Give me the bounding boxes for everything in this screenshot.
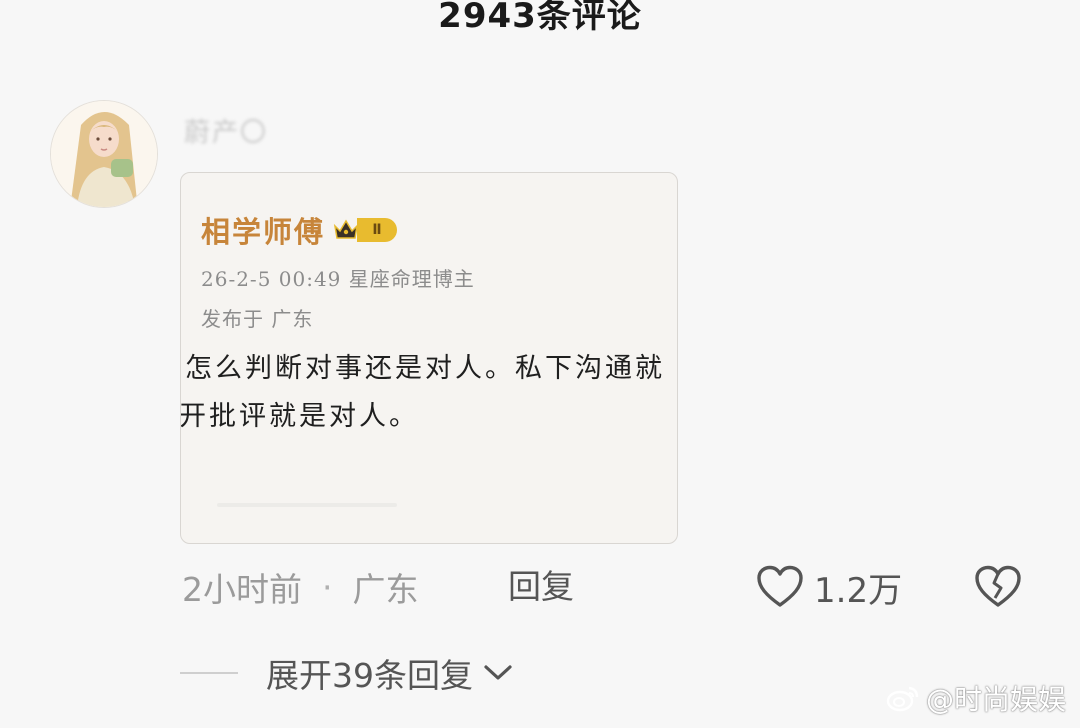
comment-time: 2小时前	[182, 570, 302, 609]
expand-replies-label[interactable]: 展开39条回复	[266, 649, 473, 697]
comment-count-title: 2943条评论	[438, 0, 642, 36]
dislike-button[interactable]	[974, 562, 1022, 612]
inner-location: 发布于 广东	[201, 307, 314, 331]
expand-divider	[180, 672, 238, 674]
crown-icon	[333, 219, 359, 239]
inner-text-line-1: 怎么判断对事还是对人。私下沟通就	[185, 353, 665, 384]
inner-author-row: 相学师傅 Ⅱ	[201, 209, 398, 251]
watermark: @时尚娱娱	[886, 678, 1066, 718]
meta-separator: ·	[322, 567, 333, 607]
broken-heart-icon	[975, 565, 1021, 607]
faint-divider	[217, 503, 397, 507]
avatar[interactable]	[50, 100, 158, 208]
like-count: 1.2万	[814, 570, 903, 611]
comment-meta: 2小时前 · 广东	[182, 562, 419, 612]
inner-text-line-2: 开批评就是对人。	[180, 401, 419, 432]
watermark-text: @时尚娱娱	[925, 683, 1066, 716]
inner-author-name: 相学师傅	[201, 215, 326, 249]
chevron-down-icon	[483, 663, 513, 683]
level-number: Ⅱ	[357, 218, 398, 242]
like-button[interactable]: 1.2万	[756, 562, 902, 612]
reply-button[interactable]: 回复	[508, 562, 574, 612]
level-badge: Ⅱ	[333, 218, 398, 242]
weibo-logo-icon	[886, 686, 919, 712]
inner-comment-text: 怎么判断对事还是对人。私下沟通就 开批评就是对人。	[181, 345, 677, 441]
username[interactable]: 蔚产〇	[184, 112, 268, 149]
screenshot-image[interactable]: 相学师傅 Ⅱ 26-2-5 00:49 星座命理博主 发布于 广东 怎么判断对事…	[180, 172, 678, 544]
expand-replies[interactable]: 展开39条回复	[180, 648, 513, 698]
comment-location: 广东	[352, 570, 419, 609]
inner-meta: 26-2-5 00:49 星座命理博主	[201, 267, 475, 291]
heart-outline-icon	[757, 565, 803, 607]
